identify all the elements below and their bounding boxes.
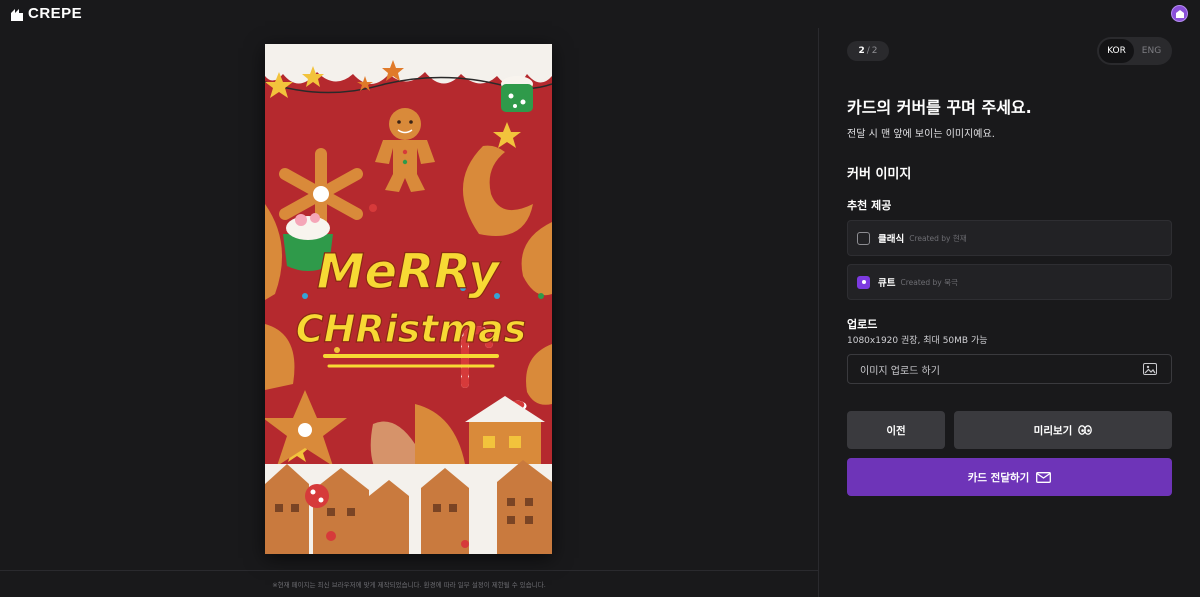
page-title: 카드의 커버를 꾸며 주세요. <box>847 98 1032 117</box>
recommend-title: 추천 제공 <box>847 199 892 212</box>
option-credit: Created by 현재 <box>909 233 967 243</box>
preview-label: 미리보기 <box>1033 424 1073 437</box>
footer-divider <box>0 570 818 571</box>
preview-button[interactable]: 미리보기 <box>954 411 1172 449</box>
checkbox-checked[interactable] <box>857 275 870 289</box>
upload-hint: 1080x1920 권장, 최대 50MB 가능 <box>847 336 988 346</box>
headline-merry: MeRRy <box>317 244 501 300</box>
language-toggle[interactable]: KOR ENG <box>1097 37 1172 65</box>
footer-note: ※현재 페이지는 최신 브라우저에 맞게 제작되었습니다. 환경에 따라 일부 … <box>272 581 546 589</box>
send-card-button[interactable]: 카드 전달하기 <box>847 458 1172 496</box>
prev-label: 이전 <box>886 424 906 437</box>
step-indicator: 2 / 2 <box>847 41 889 61</box>
brand-name: CREPE <box>28 5 83 22</box>
send-label: 카드 전달하기 <box>967 471 1030 484</box>
image-upload-icon[interactable] <box>1143 363 1157 375</box>
prev-button[interactable]: 이전 <box>847 411 945 449</box>
upload-placeholder: 이미지 업로드 하기 <box>860 365 940 377</box>
upload-title: 업로드 <box>847 318 878 331</box>
option-label: 큐트 <box>878 278 896 289</box>
option-credit: Created by 북극 <box>900 277 958 287</box>
lang-eng[interactable]: ENG <box>1134 39 1169 63</box>
checkbox[interactable] <box>857 231 870 245</box>
option-label: 클래식 <box>878 234 905 245</box>
card-cover-preview: MeRRy CHRistmas <box>265 44 552 554</box>
page-subtitle: 전달 시 맨 앞에 보이는 이미지예요. <box>847 129 995 140</box>
eyes-icon <box>1078 425 1093 435</box>
mail-icon <box>1036 471 1052 483</box>
settings-panel: 2 / 2 KOR ENG 카드의 커버를 꾸며 주세요. 전달 시 맨 앞에 … <box>847 0 1172 597</box>
option-cute[interactable]: 큐트 Created by 북극 <box>847 264 1172 300</box>
image-upload-field[interactable]: 이미지 업로드 하기 <box>847 354 1172 384</box>
headline-christmas: CHRistmas <box>296 307 527 351</box>
step-separator: / <box>866 46 870 56</box>
step-current: 2 <box>858 46 865 56</box>
section-title: 커버 이미지 <box>847 167 912 182</box>
lang-kor[interactable]: KOR <box>1099 39 1134 63</box>
step-total: 2 <box>871 46 878 56</box>
avatar[interactable] <box>1171 5 1188 22</box>
crepe-logo-icon <box>10 7 24 21</box>
user-icon <box>1175 9 1184 18</box>
logo[interactable]: CREPE <box>10 5 82 22</box>
cocoa-mug-icon <box>501 76 533 112</box>
panel-divider <box>818 28 819 597</box>
option-classic[interactable]: 클래식 Created by 현재 <box>847 220 1172 256</box>
